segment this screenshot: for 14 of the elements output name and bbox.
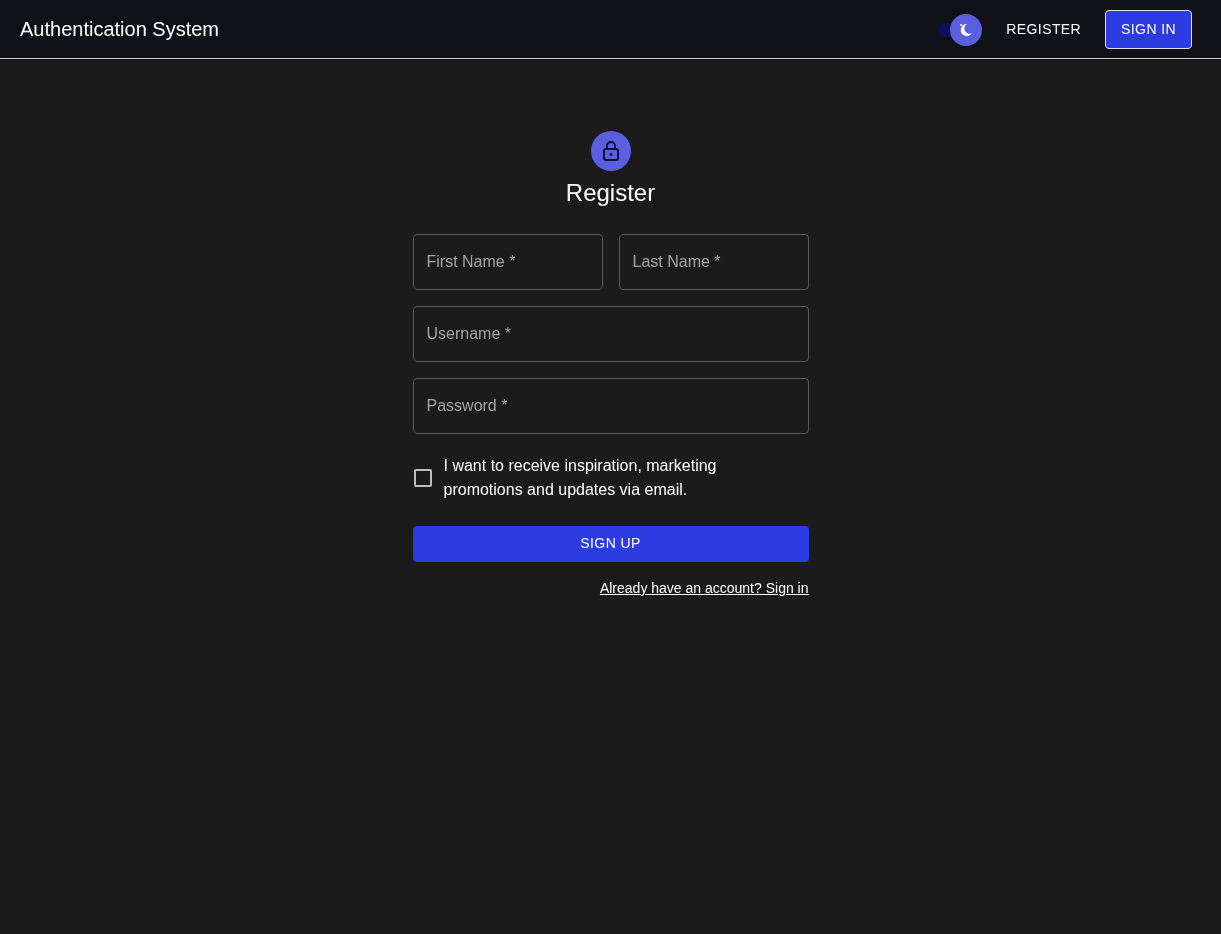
- checkbox[interactable]: [413, 468, 432, 487]
- consent-label: I want to receive inspiration, marketing promotions and updates via email.: [443, 455, 718, 500]
- input-field[interactable]: Password *: [412, 377, 809, 434]
- sign-up-button[interactable]: SIGN UP: [412, 525, 809, 562]
- app-title: Authentication System: [20, 17, 219, 42]
- input-field[interactable]: Username *: [412, 305, 809, 362]
- register-link[interactable]: REGISTER: [998, 12, 1090, 46]
- sign-in-link[interactable]: Already have an account? Sign in: [599, 577, 809, 599]
- moon-icon: [958, 22, 975, 38]
- lock-icon: [600, 140, 621, 162]
- form-title: Register: [565, 179, 656, 208]
- input-field[interactable]: First Name *: [412, 233, 603, 290]
- sign-in-button[interactable]: SIGN IN: [1105, 9, 1192, 49]
- input-field[interactable]: Last Name *: [618, 233, 809, 290]
